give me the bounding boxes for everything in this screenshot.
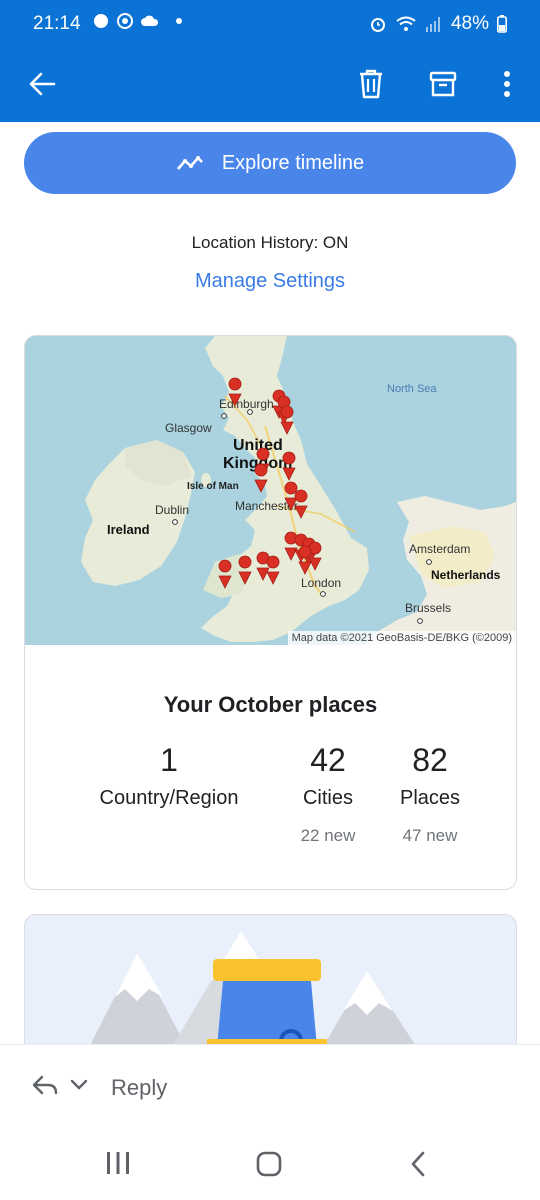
map-credit: Map data ©2021 GeoBasis-DE/BKG (©2009) xyxy=(287,631,516,645)
label-london: London xyxy=(301,576,341,590)
home-button[interactable] xyxy=(255,1150,283,1183)
stat-countries-value: 1 xyxy=(160,742,178,778)
trash-icon xyxy=(360,69,382,99)
back-chevron-icon xyxy=(411,1151,425,1177)
wifi-icon xyxy=(396,16,416,31)
label-north-sea: North Sea xyxy=(387,383,437,395)
archive-icon xyxy=(429,71,457,97)
label-isle-of-man: Isle of Man xyxy=(187,481,239,492)
email-content: Explore timeline Location History: ON Ma… xyxy=(0,122,540,1044)
location-history-status: Location History: ON xyxy=(191,233,349,252)
october-places-card: North Sea Edinburgh Glasgow United Kingd… xyxy=(24,335,517,890)
status-bar: 21:14 48% xyxy=(0,0,540,48)
notification-icons xyxy=(92,12,182,30)
home-icon xyxy=(256,1151,282,1177)
back-button[interactable] xyxy=(20,62,64,106)
recent-apps-button[interactable] xyxy=(104,1150,132,1181)
archive-button[interactable] xyxy=(421,62,465,106)
stat-places-value: 82 xyxy=(412,742,448,778)
notification-icon xyxy=(94,14,108,28)
timeline-icon xyxy=(176,156,203,170)
places-map[interactable]: North Sea Edinburgh Glasgow United Kingd… xyxy=(25,336,516,645)
label-glasgow: Glasgow xyxy=(165,421,212,435)
recent-apps-icon xyxy=(107,1152,129,1174)
more-vert-icon xyxy=(504,71,510,97)
reply-arrow-icon xyxy=(32,1075,58,1095)
stat-places: 82 Places 47 new xyxy=(370,742,490,846)
explore-timeline-label: Explore timeline xyxy=(221,151,365,174)
label-netherlands: Netherlands xyxy=(431,568,501,582)
delete-button[interactable] xyxy=(349,62,393,106)
reply-options-button[interactable] xyxy=(30,1073,88,1097)
status-right: 48% xyxy=(369,13,507,35)
illustration-card xyxy=(24,914,517,1044)
label-brussels: Brussels xyxy=(405,601,451,615)
dot-icon xyxy=(176,18,182,24)
battery-icon xyxy=(497,15,507,33)
reply-bar: Reply xyxy=(0,1044,540,1131)
label-amsterdam: Amsterdam xyxy=(409,542,470,556)
label-edinburgh: Edinburgh xyxy=(219,397,274,411)
alarm-icon xyxy=(370,18,385,32)
arrow-left-icon xyxy=(29,72,56,96)
system-nav-bar xyxy=(0,1130,540,1200)
back-nav-button[interactable] xyxy=(408,1150,428,1183)
more-button[interactable] xyxy=(485,62,529,106)
battery-percent: 48% xyxy=(450,13,489,34)
manage-settings-link[interactable]: Manage Settings xyxy=(0,270,540,293)
chevron-down-icon xyxy=(70,1079,88,1090)
status-time: 21:14 xyxy=(33,13,81,34)
soccer-ball-icon xyxy=(117,13,133,29)
explore-timeline-button[interactable]: Explore timeline xyxy=(24,132,516,194)
reply-button[interactable]: Reply xyxy=(111,1075,167,1101)
app-bar xyxy=(0,48,540,122)
mountain-illustration xyxy=(90,931,415,1044)
signal-icon xyxy=(425,17,440,32)
stat-places-new: 47 new xyxy=(402,826,458,845)
stat-countries-label: Country/Region xyxy=(99,787,239,809)
label-dublin: Dublin xyxy=(155,503,189,517)
cloud-icon xyxy=(141,15,159,26)
label-ireland: Ireland xyxy=(107,522,150,537)
october-places-title: Your October places xyxy=(163,692,378,717)
stat-places-label: Places xyxy=(399,787,461,809)
stat-countries: 1 Country/Region xyxy=(69,742,269,810)
map-canvas: North Sea Edinburgh Glasgow United Kingd… xyxy=(25,336,516,645)
